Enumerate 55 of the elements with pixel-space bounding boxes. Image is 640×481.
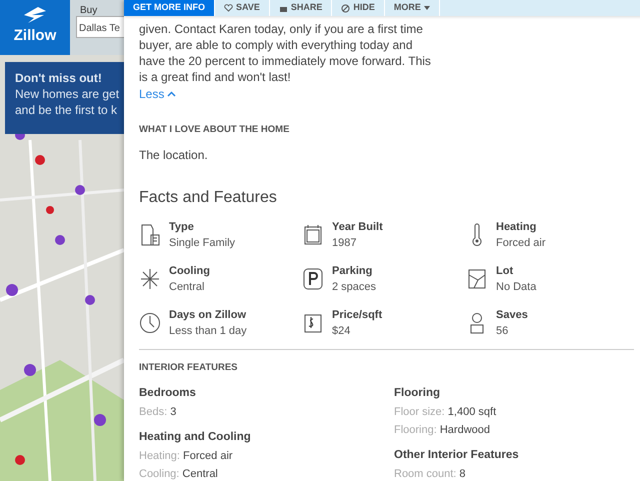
banner-title: Don't miss out!: [15, 70, 103, 86]
nav-tab[interactable]: Buy: [80, 5, 98, 17]
less-link[interactable]: Less: [139, 85, 176, 104]
feature-text: Beds: 3: [139, 405, 178, 419]
fact-label: Cooling: [169, 264, 210, 279]
fact-label: Saves: [496, 308, 528, 323]
hide-button[interactable]: HIDE: [332, 0, 385, 16]
fact-value: Forced air: [496, 236, 546, 251]
feature-text: Floor size: 1,400 sqft: [394, 405, 498, 419]
fact-label: Year Built: [332, 220, 383, 235]
feature-text: Room count: 8: [394, 467, 467, 481]
hide-icon: [341, 4, 350, 13]
fact-label: Lot: [496, 264, 514, 279]
fact-value: 2 spaces: [332, 280, 376, 295]
feature-title: Bedrooms: [139, 386, 197, 401]
description-text: given. Contact Karen today, only if you are a first time buyer, are able to comply with everything today and have the 20 percent to immediately move forward. This is a great find and won't last!: [139, 21, 432, 86]
feature-text: Cooling: Central: [139, 467, 219, 481]
fact-label: Parking: [332, 264, 374, 279]
share-button[interactable]: SHARE: [270, 0, 332, 16]
lot-map-icon: [466, 266, 488, 291]
fact-label: Price/sqft: [332, 308, 382, 323]
snowflake-icon: [139, 266, 161, 291]
clock-icon: [139, 310, 161, 335]
feature-text: Heating: Forced air: [139, 449, 234, 463]
fact-label: Type: [169, 220, 195, 235]
caret-icon: [424, 6, 430, 10]
fact-value: Less than 1 day: [169, 324, 247, 339]
fact-value: No Data: [496, 280, 536, 295]
feature-title: Other Interior Features: [394, 448, 520, 463]
calendar-icon: [302, 222, 324, 247]
feature-title: Flooring: [394, 386, 441, 401]
fact-label: Heating: [496, 220, 538, 235]
fact-value: Single Family: [169, 236, 236, 251]
section-heading: WHAT I LOVE ABOUT THE HOME: [139, 123, 290, 138]
info-button[interactable]: GET MORE INFO: [124, 0, 215, 16]
save-button[interactable]: SAVE: [215, 0, 270, 16]
logo-text: Zillow: [14, 26, 56, 46]
parking-icon: [302, 266, 324, 291]
section-heading: INTERIOR FEATURES: [139, 360, 239, 375]
heart-icon: [224, 4, 233, 12]
feature-text: Flooring: Hardwood: [394, 423, 491, 437]
fact-value: 56: [496, 324, 510, 339]
fact-value: $24: [332, 324, 352, 339]
chevron-up-icon: [167, 91, 176, 98]
banner-text: New homes are get: [15, 86, 120, 102]
fact-value: 1987: [332, 236, 358, 251]
love-text: The location.: [139, 146, 209, 164]
feature-title: Heating and Cooling: [139, 430, 252, 445]
banner-text: and be the first to k: [15, 102, 118, 118]
search-field[interactable]: Dallas Te: [76, 16, 124, 38]
building-icon: [139, 222, 161, 247]
more-button[interactable]: MORE: [384, 0, 440, 16]
fact-value: Central: [169, 280, 206, 295]
section-title: Facts and Features: [139, 188, 278, 207]
fact-label: Days on Zillow: [169, 308, 247, 323]
